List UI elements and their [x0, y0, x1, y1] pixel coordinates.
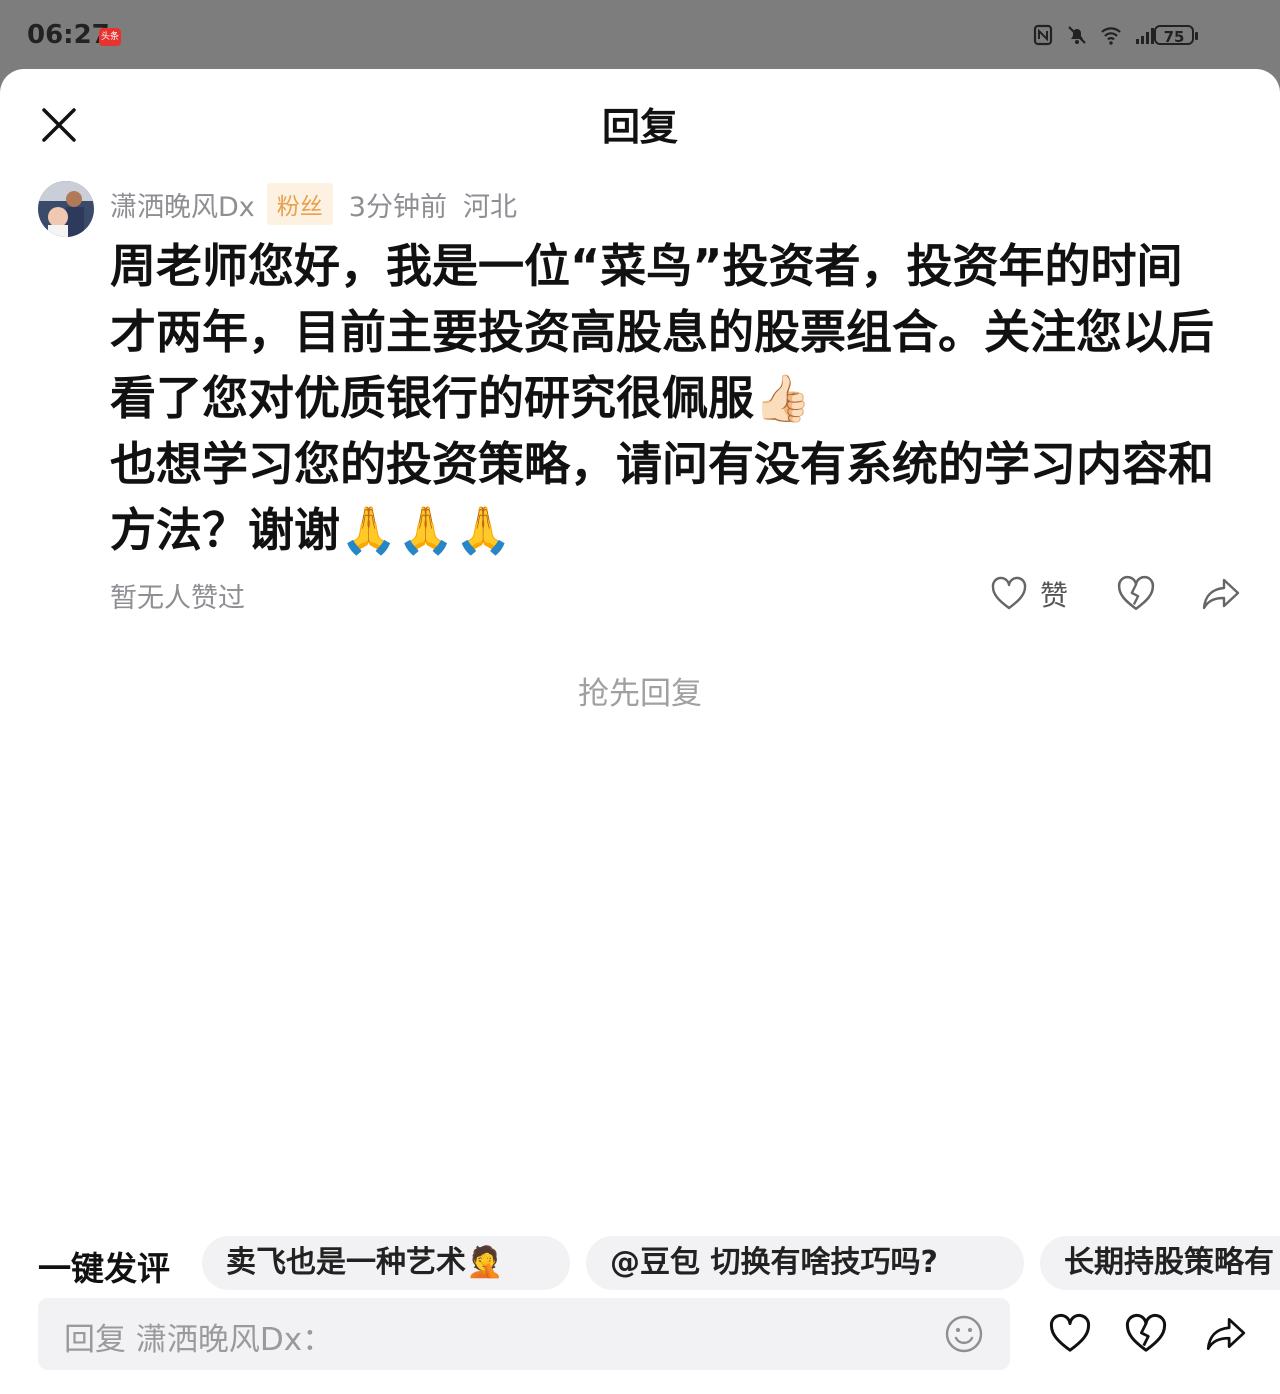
quick-reply-label: 一键发评 — [38, 1249, 170, 1288]
mute-icon — [1068, 26, 1086, 44]
like-button[interactable]: 赞 — [990, 574, 1068, 614]
heart-icon — [991, 576, 1027, 610]
quick-reply-chip[interactable]: 长期持股策略有 — [1040, 1236, 1280, 1290]
author-name[interactable]: 潇洒晚风Dx — [110, 185, 255, 224]
fan-badge: 粉丝 — [266, 183, 333, 225]
share-button[interactable] — [1200, 574, 1242, 614]
comment-meta: 潇洒晚风Dx 粉丝 3分钟前 河北 — [110, 183, 517, 225]
emoji-icon[interactable] — [944, 1314, 984, 1354]
dislike-button[interactable] — [1116, 574, 1156, 614]
broken-heart-icon[interactable] — [1124, 1312, 1168, 1356]
share-icon — [1202, 578, 1240, 610]
like-label: 赞 — [1040, 579, 1069, 612]
status-time: 06:27 — [27, 20, 110, 50]
empty-reply-prompt[interactable]: 抢先回复 — [0, 668, 1280, 713]
battery-icon: 75 — [1154, 25, 1194, 46]
nfc-icon — [1033, 24, 1053, 46]
wifi-icon — [1101, 27, 1121, 45]
avatar[interactable] — [38, 181, 94, 237]
likes-status: 暂无人赞过 — [110, 583, 245, 614]
page-title: 回复 — [601, 105, 678, 149]
quick-reply-chip[interactable]: 卖飞也是一种艺术🤦 — [202, 1236, 570, 1290]
share-icon[interactable] — [1204, 1312, 1248, 1356]
comment-region: 河北 — [462, 191, 517, 223]
comment-time: 3分钟前 — [348, 191, 447, 223]
reply-input[interactable]: 回复 潇洒晚风Dx： — [38, 1298, 1010, 1370]
broken-heart-icon — [1117, 575, 1155, 610]
status-bar: 06:27 头条 75 — [0, 0, 1280, 72]
battery-tip — [1195, 32, 1198, 40]
system-icons — [1032, 24, 1156, 46]
signal-icon — [1136, 28, 1154, 44]
reply-input-placeholder: 回复 潇洒晚风Dx： — [64, 1322, 334, 1358]
comment-text: 周老师您好，我是一位“菜鸟”投资者，投资年的时间才两年，目前主要投资高股息的股票… — [110, 239, 1214, 557]
quick-reply-chip[interactable]: @豆包 切换有啥技巧吗? — [586, 1236, 1024, 1290]
heart-icon[interactable] — [1048, 1312, 1092, 1356]
app-notification-badge: 头条 — [99, 28, 121, 46]
quick-reply-bar: 一键发评 卖飞也是一种艺术🤦 @豆包 切换有啥技巧吗? 长期持股策略有 — [0, 1234, 1280, 1292]
